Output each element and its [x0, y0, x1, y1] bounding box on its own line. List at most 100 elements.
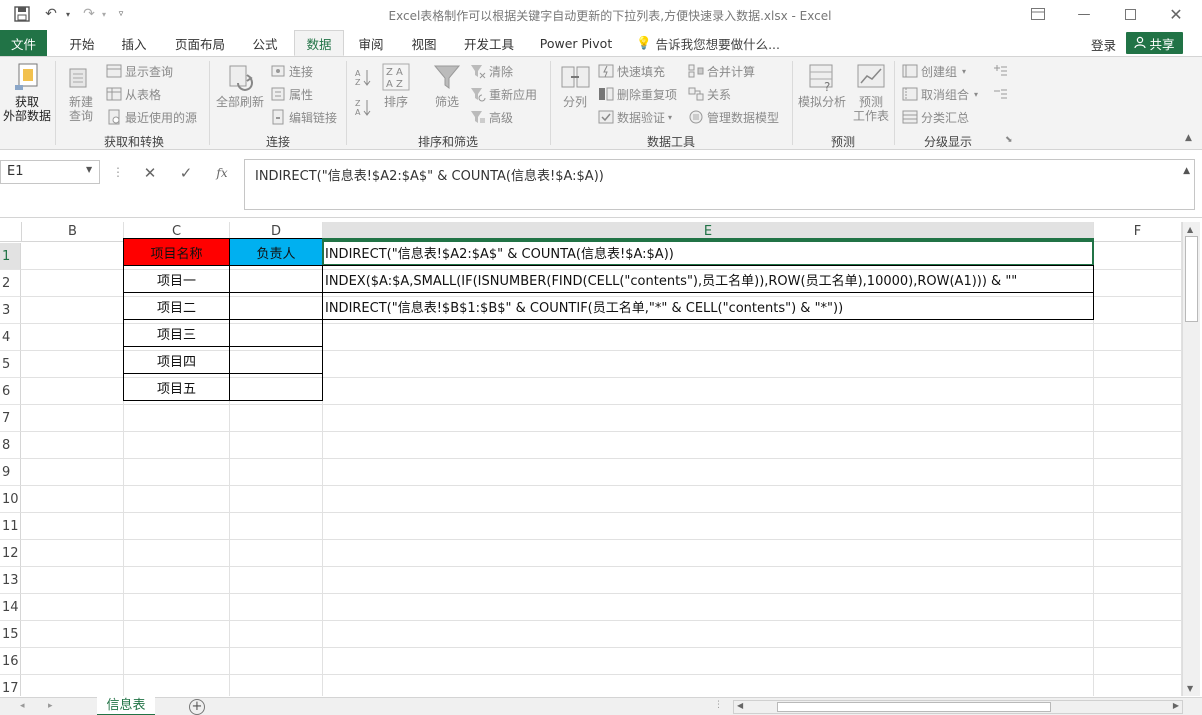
filter-button[interactable]: 筛选 [428, 61, 466, 109]
cell-d3[interactable] [229, 292, 323, 320]
sheet-prev-icon[interactable]: ◂ [20, 701, 25, 711]
tab-review[interactable]: 审阅 [349, 30, 393, 56]
cell-d2[interactable] [229, 265, 323, 293]
cell-e1[interactable]: INDIRECT("信息表!$A2:$A$" & COUNTA(信息表!$A:$… [322, 238, 1094, 266]
text-to-columns-button[interactable]: 分列 [555, 61, 595, 109]
row-header-3[interactable]: 3 [0, 297, 21, 324]
relationships-button[interactable]: 关系 [688, 84, 731, 104]
row-header-14[interactable]: 14 [0, 594, 21, 621]
customize-qat-icon[interactable]: ▿ [114, 3, 128, 25]
flash-fill-button[interactable]: 快速填充 [598, 61, 665, 81]
row-header-17[interactable]: 17 [0, 675, 21, 696]
cell-e3[interactable]: INDIRECT("信息表!$B$1:$B$" & COUNTIF(员工名单,"… [322, 292, 1094, 320]
collapse-ribbon-icon[interactable]: ▲ [1185, 133, 1192, 143]
consolidate-button[interactable]: 合并计算 [688, 61, 755, 81]
reapply-button[interactable]: 重新应用 [470, 84, 537, 104]
hide-detail-button[interactable] [992, 84, 1011, 104]
ribbon-display-icon[interactable] [1015, 0, 1061, 28]
undo-dropdown-icon[interactable]: ▾ [62, 3, 74, 25]
refresh-all-button[interactable]: 全部刷新 [213, 61, 267, 109]
what-if-analysis-button[interactable]: ? 模拟分析 [795, 61, 849, 109]
row-header-9[interactable]: 9 [0, 459, 21, 486]
scroll-down-icon[interactable]: ▼ [1187, 684, 1193, 693]
cancel-icon[interactable]: ✕ [136, 162, 164, 184]
formula-input[interactable]: INDIRECT("信息表!$A2:$A$" & COUNTA(信息表!$A:$… [244, 159, 1195, 210]
data-validation-button[interactable]: 数据验证 ▾ [598, 107, 672, 127]
cell-e2[interactable]: INDEX($A:$A,SMALL(IF(ISNUMBER(FIND(CELL(… [322, 265, 1094, 293]
sort-descending-button[interactable]: ZA [354, 97, 375, 117]
cell-c2[interactable]: 项目一 [123, 265, 230, 293]
remove-duplicates-button[interactable]: 删除重复项 [598, 84, 677, 104]
tab-data[interactable]: 数据 [294, 30, 344, 56]
cell-c4[interactable]: 项目三 [123, 319, 230, 347]
split-handle-icon[interactable]: ⋮ [714, 700, 723, 710]
show-queries-button[interactable]: 显示查询 [106, 61, 173, 81]
tab-developer[interactable]: 开发工具 [456, 30, 522, 56]
sheet-next-icon[interactable]: ▸ [48, 701, 53, 711]
add-sheet-icon[interactable]: + [189, 699, 205, 715]
enter-icon[interactable]: ✓ [172, 162, 200, 184]
cell-c1[interactable]: 项目名称 [123, 238, 230, 266]
maximize-icon[interactable] [1107, 0, 1153, 28]
scroll-up-icon[interactable]: ▲ [1187, 225, 1193, 234]
share-button[interactable]: 共享 [1126, 32, 1183, 54]
row-header-1[interactable]: 1 [0, 243, 21, 270]
row-header-5[interactable]: 5 [0, 351, 21, 378]
cell-d4[interactable] [229, 319, 323, 347]
vertical-scroll-thumb[interactable] [1185, 236, 1198, 322]
forecast-sheet-button[interactable]: 预测 工作表 [850, 61, 892, 123]
worksheet-grid[interactable]: B C D E F 1 2 3 4 5 6 7 8 9 10 11 12 13 … [0, 218, 1182, 696]
row-header-8[interactable]: 8 [0, 432, 21, 459]
tab-power-pivot[interactable]: Power Pivot [534, 30, 618, 56]
row-header-10[interactable]: 10 [0, 486, 21, 513]
scroll-left-icon[interactable]: ◀ [737, 701, 743, 710]
redo-dropdown-icon[interactable]: ▾ [98, 3, 110, 25]
connections-button[interactable]: 连接 [270, 61, 313, 81]
select-all-corner[interactable] [0, 222, 22, 242]
sort-button[interactable]: Z AA Z 排序 [380, 61, 412, 109]
row-header-6[interactable]: 6 [0, 378, 21, 405]
properties-button[interactable]: 属性 [270, 84, 313, 104]
new-query-button[interactable]: 新建 查询 [58, 61, 104, 123]
name-box[interactable]: E1 [0, 160, 100, 184]
sort-ascending-button[interactable]: AZ [354, 67, 375, 87]
tab-home[interactable]: 开始 [60, 30, 104, 56]
get-external-data-button[interactable]: 获取 外部数据 [2, 61, 52, 123]
expand-formula-bar-icon[interactable]: ▲ [1183, 166, 1190, 176]
ungroup-button[interactable]: 取消组合 ▾ [902, 84, 978, 104]
save-icon[interactable] [8, 3, 36, 25]
column-header-f[interactable]: F [1094, 222, 1182, 242]
column-header-b[interactable]: B [22, 222, 124, 242]
tab-file[interactable]: 文件 [0, 30, 47, 56]
row-header-2[interactable]: 2 [0, 270, 21, 297]
scroll-right-icon[interactable]: ▶ [1173, 701, 1179, 710]
horizontal-scroll-thumb[interactable] [777, 702, 1051, 712]
row-header-15[interactable]: 15 [0, 621, 21, 648]
subtotal-button[interactable]: 分类汇总 [902, 107, 969, 127]
clear-button[interactable]: 清除 [470, 61, 513, 81]
undo-icon[interactable]: ↶ [40, 3, 62, 25]
sheet-tab-info[interactable]: 信息表 [97, 697, 155, 715]
cell-d5[interactable] [229, 346, 323, 374]
recent-sources-button[interactable]: 最近使用的源 [106, 107, 197, 127]
row-header-13[interactable]: 13 [0, 567, 21, 594]
close-icon[interactable]: ✕ [1153, 0, 1199, 28]
cell-d1[interactable]: 负责人 [229, 238, 323, 266]
row-header-11[interactable]: 11 [0, 513, 21, 540]
edit-links-button[interactable]: 编辑链接 [270, 107, 337, 127]
tab-page-layout[interactable]: 页面布局 [166, 30, 234, 56]
manage-data-model-button[interactable]: 管理数据模型 [688, 107, 779, 127]
horizontal-scrollbar[interactable]: ◀ ▶ [733, 700, 1183, 714]
cell-c6[interactable]: 项目五 [123, 373, 230, 401]
login-link[interactable]: 登录 [1091, 35, 1116, 54]
row-header-16[interactable]: 16 [0, 648, 21, 675]
tab-insert[interactable]: 插入 [112, 30, 156, 56]
dialog-launcher-icon[interactable]: ⬊ [1005, 135, 1013, 145]
tell-me-box[interactable]: 💡 告诉我您想要做什么... [636, 30, 786, 56]
vertical-scrollbar[interactable]: ▲ ▼ [1182, 222, 1200, 696]
create-group-button[interactable]: 创建组 ▾ [902, 61, 966, 81]
from-table-button[interactable]: 从表格 [106, 84, 161, 104]
advanced-filter-button[interactable]: 高级 [470, 107, 513, 127]
row-header-4[interactable]: 4 [0, 324, 21, 351]
cell-c3[interactable]: 项目二 [123, 292, 230, 320]
